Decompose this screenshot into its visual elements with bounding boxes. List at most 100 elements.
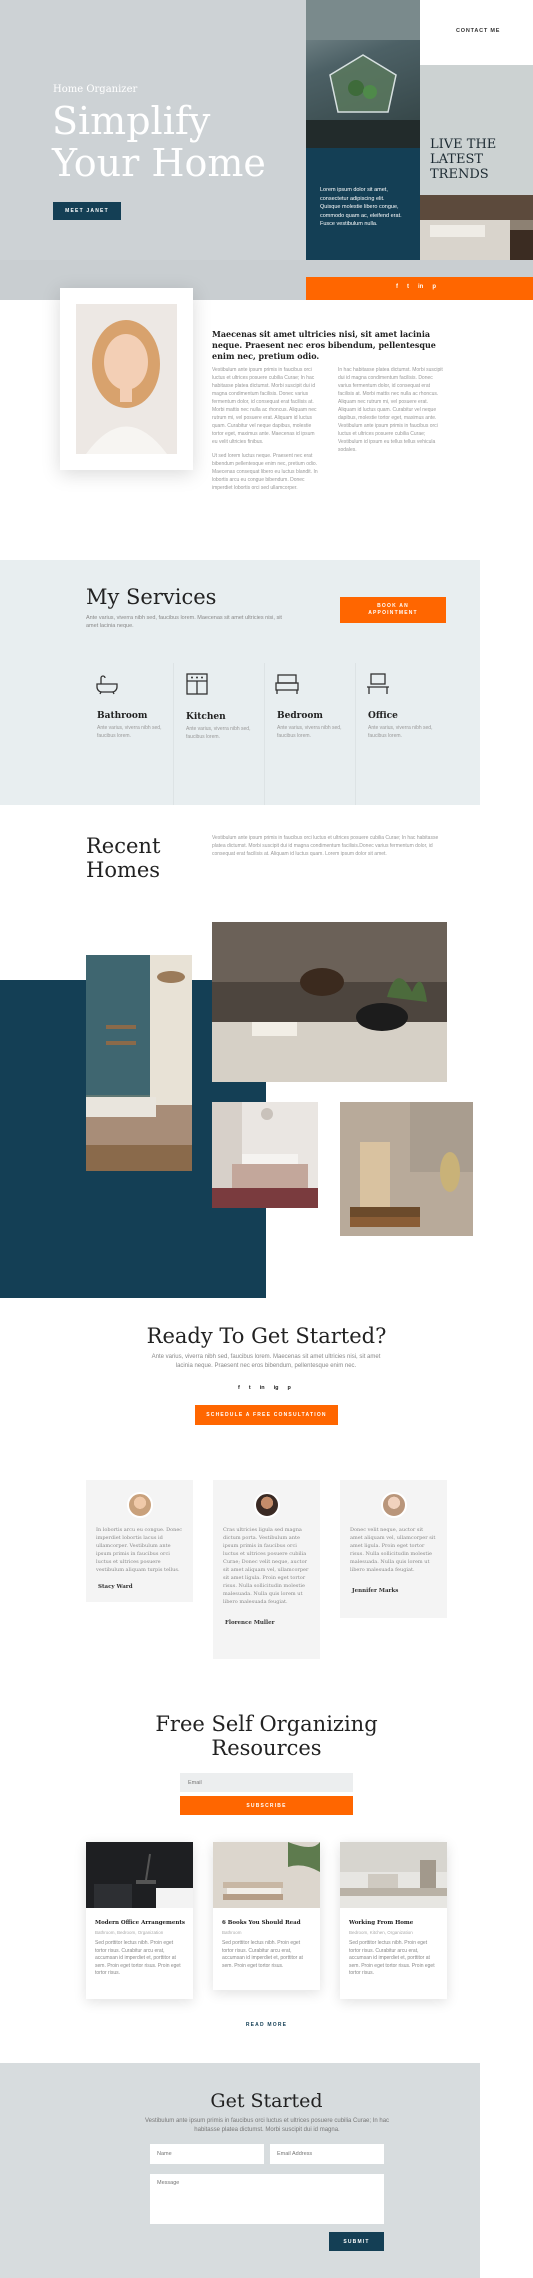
meet-janet-button[interactable]: MEET JANET (53, 202, 121, 220)
hero-title-line-1: Simplify (52, 99, 211, 143)
post-excerpt: Sed porttitor lectus nibh. Proin eget to… (95, 1940, 181, 1976)
bookshelf-photo (340, 1102, 473, 1236)
service-name: Office (368, 711, 398, 721)
post-meta: Bathroom (222, 1930, 242, 1935)
getstarted-social-row: f t in ig p (238, 1385, 291, 1391)
service-name: Bedroom (277, 711, 323, 721)
twitter-icon[interactable]: t (249, 1385, 251, 1391)
contact-title: Get Started (210, 2090, 323, 2112)
desk-icon (367, 673, 389, 694)
facebook-icon[interactable]: f (238, 1385, 240, 1391)
resources-title-line-1: Free Self Organizing (155, 1712, 378, 1736)
pinterest-icon[interactable]: p (287, 1385, 290, 1391)
trends-line-3: TRENDS (430, 167, 489, 182)
recent-title: Recent Homes (86, 834, 160, 882)
post-title[interactable]: Working From Home (349, 1920, 447, 1926)
about-lead: Maecenas sit amet ultricies nisi, sit am… (212, 329, 436, 361)
service-name: Bathroom (97, 711, 148, 721)
post-meta: Bathroom, Bedroom, Organization (95, 1930, 164, 1935)
recent-desc: Vestibulum ante ipsum primis in faucibus… (212, 835, 439, 857)
hero-eyebrow: Home Organizer (53, 84, 138, 95)
recent-photo-books (340, 1102, 473, 1236)
bedroom-photo (420, 195, 533, 260)
recent-photo-dining (212, 1102, 318, 1208)
getstarted-title: Ready To Get Started? (146, 1324, 387, 1348)
avatar (380, 1492, 407, 1518)
service-text: Ante varius, viverra nibh sed, faucibus … (97, 725, 162, 739)
janet-portrait (76, 304, 177, 454)
office-photo (86, 1842, 193, 1908)
hero-plant-image (306, 0, 420, 148)
hero-social-row: f t in p (396, 284, 436, 290)
instagram-icon[interactable]: ig (274, 1385, 279, 1391)
getstarted-desc: Ante varius, viverra nibh sed, faucibus … (151, 1354, 381, 1369)
testimonial-text: Cras ultricies ligula sed magna dictum p… (223, 1527, 309, 1605)
newsletter-email-input[interactable] (180, 1773, 353, 1792)
blog-card-3[interactable]: Working From Home Bedroom, Kitchen, Orga… (340, 1842, 447, 1999)
bathtub-icon (96, 675, 118, 695)
recent-photo-kitchen (212, 922, 447, 1082)
about-column-1: Vestibulum ante ipsum primis in faucibus… (212, 366, 320, 492)
linkedin-icon[interactable]: in (260, 1385, 265, 1391)
about-col1-para-2: Ut sed lorem luctus neque. Praesent nec … (212, 453, 318, 491)
dining-room-photo (212, 1102, 318, 1208)
service-name: Kitchen (186, 712, 226, 722)
hero-bedroom-image (420, 195, 533, 260)
name-field[interactable] (150, 2144, 264, 2164)
blog-card-1[interactable]: Modern Office Arrangements Bathroom, Bed… (86, 1842, 193, 1999)
testimonial-author: Florence Muller (225, 1620, 275, 1626)
schedule-consultation-button[interactable]: SCHEDULE A FREE CONSULTATION (195, 1405, 338, 1425)
bedroom-interior-photo (86, 955, 192, 1171)
email-field[interactable] (270, 2144, 384, 2164)
service-card-kitchen[interactable]: Kitchen Ante varius, viverra nibh sed, f… (175, 663, 265, 805)
submit-button[interactable]: SUBMIT (329, 2232, 384, 2251)
testimonial-author: Stacy Ward (98, 1584, 133, 1590)
kitchen-icon (186, 673, 208, 695)
read-more-link[interactable]: READ MORE (0, 2022, 533, 2028)
testimonial-card-1: In lobortis arcu eu congue. Donec imperd… (86, 1480, 193, 1602)
services-desc: Ante varius, viverra nibh sed, faucibus … (86, 615, 282, 629)
post-meta: Bedroom, Kitchen, Organization (349, 1930, 413, 1935)
bed-icon (275, 674, 299, 694)
testimonial-author: Jennifer Marks (352, 1588, 399, 1594)
portrait-photo (76, 304, 177, 454)
recent-photo-bedroom (86, 955, 192, 1171)
resources-title-line-2: Resources (211, 1736, 322, 1760)
post-excerpt: Sed porttitor lectus nibh. Proin eget to… (349, 1940, 435, 1976)
about-column-2: In hac habitasse platea dictumst. Morbi … (338, 367, 443, 453)
subscribe-button[interactable]: SUBSCRIBE (180, 1796, 353, 1815)
blog-card-2[interactable]: 6 Books You Should Read Bathroom Sed por… (213, 1842, 320, 1990)
recent-title-line-1: Recent (86, 834, 161, 858)
service-card-bathroom[interactable]: Bathroom Ante varius, viverra nibh sed, … (86, 663, 174, 805)
resources-title: Free Self Organizing Resources (0, 1712, 533, 1760)
terrarium-illustration (306, 0, 420, 148)
contact-desc: Vestibulum ante ipsum primis in faucibus… (144, 2118, 390, 2133)
testimonial-card-3: Donec velit neque, auctor sit amet aliqu… (340, 1480, 447, 1618)
services-title: My Services (86, 585, 217, 609)
service-text: Ante varius, viverra nibh sed, faucibus … (368, 725, 433, 739)
testimonial-text: In lobortis arcu eu congue. Donec imperd… (96, 1527, 183, 1573)
kitchen-counter-photo (212, 922, 447, 1082)
service-card-office[interactable]: Office Ante varius, viverra nibh sed, fa… (357, 663, 447, 805)
trends-line-2: LATEST (430, 152, 484, 167)
pinterest-icon[interactable]: p (432, 284, 436, 290)
service-card-bedroom[interactable]: Bedroom Ante varius, viverra nibh sed, f… (266, 663, 356, 805)
trends-heading: LIVE THE LATEST TRENDS (430, 137, 496, 182)
about-col1-para-1: Vestibulum ante ipsum primis in faucibus… (212, 367, 317, 445)
message-field[interactable] (150, 2174, 384, 2224)
post-title[interactable]: Modern Office Arrangements (95, 1920, 193, 1926)
contact-me-link[interactable]: CONTACT ME (456, 28, 500, 34)
home-office-photo (340, 1842, 447, 1908)
trends-line-1: LIVE THE (430, 137, 497, 152)
hero-title: Simplify Your Home (52, 100, 266, 184)
twitter-icon[interactable]: t (407, 284, 409, 290)
service-text: Ante varius, viverra nibh sed, faucibus … (186, 726, 251, 740)
service-text: Ante varius, viverra nibh sed, faucibus … (277, 725, 342, 739)
linkedin-icon[interactable]: in (418, 284, 423, 290)
book-appointment-button[interactable]: BOOK AN APPOINTMENT (340, 597, 446, 623)
facebook-icon[interactable]: f (396, 284, 398, 290)
post-excerpt: Sed porttitor lectus nibh. Proin eget to… (222, 1940, 303, 1969)
avatar (253, 1492, 280, 1518)
testimonial-text: Donec velit neque, auctor sit amet aliqu… (350, 1527, 436, 1573)
post-title[interactable]: 6 Books You Should Read (222, 1920, 320, 1926)
